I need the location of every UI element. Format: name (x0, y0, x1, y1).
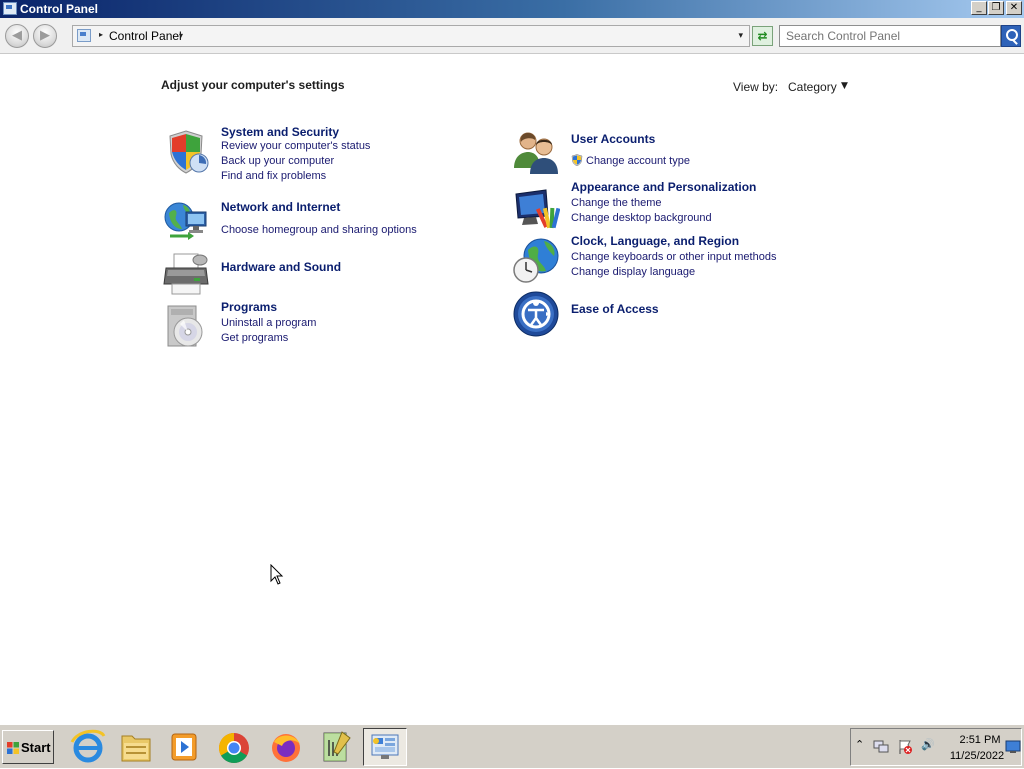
category-title-clock-language-region[interactable]: Clock, Language, and Region (571, 234, 739, 248)
control-panel-icon (3, 2, 17, 15)
link-change-desktop-background[interactable]: Change desktop background (571, 212, 712, 224)
page-title: Adjust your computer's settings (161, 78, 345, 92)
system-tray: ⌃ 🔊 2:51 PM 11/25/2022 (850, 728, 1022, 766)
link-find-fix[interactable]: Find and fix problems (221, 170, 326, 182)
start-button[interactable]: Start (2, 730, 54, 764)
show-desktop-icon[interactable] (1005, 740, 1021, 754)
show-hidden-icons-button[interactable]: ⌃ (855, 738, 864, 751)
category-title-system-security[interactable]: System and Security (221, 125, 339, 139)
uac-shield-icon (571, 154, 583, 166)
restore-button[interactable]: ❐ (988, 1, 1004, 15)
view-by-dropdown[interactable]: Category (788, 80, 837, 94)
category-title-hardware-sound[interactable]: Hardware and Sound (221, 260, 341, 274)
taskbar-notepad-plus-plus[interactable] (314, 728, 358, 766)
link-get-programs[interactable]: Get programs (221, 332, 288, 344)
link-change-display-language[interactable]: Change display language (571, 266, 695, 278)
breadcrumb-separator[interactable]: ▸ (99, 30, 103, 39)
category-title-ease-of-access[interactable]: Ease of Access (571, 302, 659, 316)
notepad-plus-plus-icon (323, 731, 351, 762)
link-change-keyboards[interactable]: Change keyboards or other input methods (571, 251, 776, 263)
link-change-account-type[interactable]: Change account type (571, 154, 690, 167)
title-bar: Control Panel _ ❐ ✕ (0, 0, 1024, 18)
file-explorer-icon (121, 735, 151, 762)
taskbar: Start ⌃ 🔊 2:51 PM 11/25/2022 (0, 724, 1024, 768)
printer-icon[interactable] (162, 250, 210, 298)
refresh-button[interactable]: ⇄ (752, 26, 773, 46)
ease-of-access-icon[interactable] (512, 290, 560, 338)
link-change-theme[interactable]: Change the theme (571, 197, 662, 209)
media-player-icon (171, 733, 197, 761)
clock-time[interactable]: 2:51 PM (955, 734, 1005, 746)
address-history-dropdown[interactable]: ▾ (738, 31, 743, 41)
taskbar-media-player[interactable] (162, 728, 206, 766)
start-label: Start (21, 740, 51, 755)
link-back-up[interactable]: Back up your computer (221, 155, 334, 167)
volume-icon[interactable]: 🔊 (921, 738, 935, 751)
forward-button[interactable]: ▶ (33, 24, 57, 48)
taskbar-control-panel[interactable] (363, 728, 407, 766)
close-button[interactable]: ✕ (1006, 1, 1022, 15)
clock-date[interactable]: 11/25/2022 (945, 750, 1009, 762)
category-title-user-accounts[interactable]: User Accounts (571, 132, 655, 146)
breadcrumb[interactable]: Control Panel (109, 29, 182, 43)
address-toolbar: ◀ ▶ ▸ Control Panel ▾ ▾ ⇄ (0, 18, 1024, 54)
window-title: Control Panel (20, 2, 99, 16)
chevron-down-icon[interactable]: ▾ (179, 31, 183, 40)
taskbar-internet-explorer[interactable] (66, 728, 110, 766)
control-panel-icon (371, 734, 399, 759)
search-icon[interactable] (1001, 25, 1021, 47)
network-tray-icon[interactable] (873, 740, 889, 754)
taskbar-firefox[interactable] (264, 728, 308, 766)
windows-flag-icon (7, 742, 19, 754)
back-button[interactable]: ◀ (5, 24, 29, 48)
link-review-status[interactable]: Review your computer's status (221, 140, 370, 152)
link-homegroup[interactable]: Choose homegroup and sharing options (221, 224, 417, 236)
chevron-down-icon[interactable]: ▼ (841, 81, 848, 91)
category-title-programs[interactable]: Programs (221, 300, 277, 314)
mouse-cursor-icon (270, 564, 284, 585)
chrome-icon (218, 733, 249, 764)
internet-explorer-icon (70, 729, 106, 763)
monitor-paint-icon[interactable] (512, 186, 560, 234)
address-bar[interactable]: ▸ Control Panel ▾ ▾ (72, 25, 750, 47)
category-title-appearance[interactable]: Appearance and Personalization (571, 180, 756, 194)
network-globe-icon[interactable] (162, 196, 210, 244)
globe-clock-icon[interactable] (512, 236, 560, 284)
taskbar-file-explorer[interactable] (114, 728, 158, 766)
taskbar-chrome[interactable] (212, 728, 256, 766)
minimize-button[interactable]: _ (971, 1, 987, 15)
link-change-account-type-label: Change account type (586, 155, 690, 167)
link-uninstall-program[interactable]: Uninstall a program (221, 317, 316, 329)
view-by-label: View by: (733, 80, 779, 94)
category-title-network-internet[interactable]: Network and Internet (221, 200, 340, 214)
action-center-flag-icon[interactable] (897, 739, 913, 755)
users-icon[interactable] (512, 128, 560, 176)
control-panel-icon (77, 29, 91, 42)
view-by: View by: Category ▼ (733, 80, 848, 94)
shield-icon[interactable] (162, 128, 210, 176)
programs-disc-icon[interactable] (162, 302, 210, 350)
firefox-icon (272, 734, 300, 762)
search-input[interactable] (779, 25, 1001, 47)
